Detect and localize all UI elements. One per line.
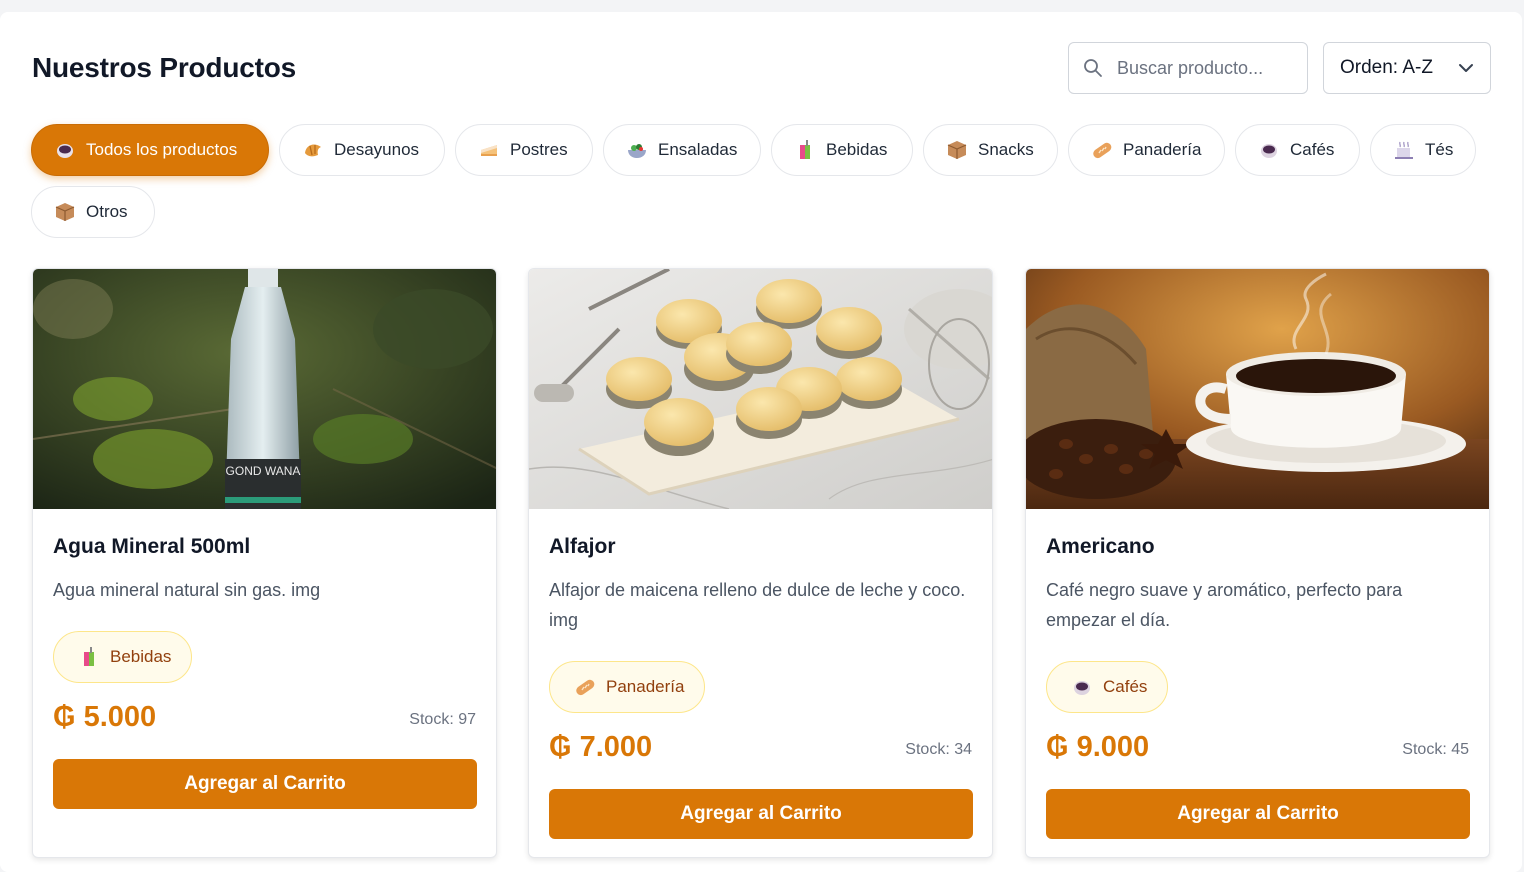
category-chip-label: Cafés: [1290, 140, 1335, 159]
category-chip-tes[interactable]: Tés: [1370, 124, 1476, 176]
salad-icon: [626, 139, 648, 161]
bottle-label: GOND WANA: [226, 464, 301, 478]
category-chip-label: Bebidas: [826, 140, 888, 159]
order-select[interactable]: Orden: A-Z: [1323, 42, 1491, 94]
coffee-cup-icon: [54, 139, 76, 161]
category-chip-snacks[interactable]: Snacks: [923, 124, 1058, 176]
category-chip-label: Todos los productos: [86, 140, 238, 159]
product-card: GOND WANA Agua Mineral 500ml Agua minera…: [32, 268, 497, 858]
category-chip-desayunos[interactable]: Desayunos: [279, 124, 445, 176]
product-card: Alfajor Alfajor de maicena relleno de du…: [528, 268, 993, 858]
product-image[interactable]: GOND WANA: [33, 269, 496, 509]
category-chip-label: Postres: [510, 140, 568, 159]
search-box[interactable]: [1068, 42, 1308, 94]
category-chip-bebidas[interactable]: Bebidas: [771, 124, 913, 176]
category-badge: Panadería: [549, 661, 706, 713]
category-badge: Bebidas: [53, 631, 193, 683]
coffee-cup-icon: [1258, 139, 1280, 161]
category-chip-panaderia[interactable]: Panadería: [1068, 124, 1225, 176]
product-stock: Stock: 45: [1402, 741, 1469, 758]
product-card: Americano Café negro suave y aromático, …: [1025, 268, 1490, 858]
category-chip-label: Tés: [1425, 140, 1454, 159]
category-chip-todos[interactable]: Todos los productos: [31, 124, 269, 176]
product-description: Agua mineral natural sin gas. img: [53, 580, 321, 600]
category-chip-label: Panadería: [1123, 140, 1202, 159]
bread-icon: [1091, 139, 1113, 161]
add-to-cart-button[interactable]: Agregar al Carrito: [549, 789, 973, 839]
products-panel: Nuestros Productos Orden: A-Z Todos los …: [0, 12, 1522, 872]
product-name: Alfajor: [549, 535, 616, 558]
product-price: ₲ 7.000: [549, 731, 653, 763]
category-chip-otros[interactable]: Otros: [31, 186, 155, 238]
juice-box-icon: [78, 646, 100, 668]
page-title: Nuestros Productos: [32, 52, 296, 83]
product-image[interactable]: [529, 269, 992, 509]
category-badge-label: Bebidas: [110, 647, 172, 666]
juice-box-icon: [794, 139, 816, 161]
category-badge: Cafés: [1046, 661, 1169, 713]
category-chip-ensaladas[interactable]: Ensaladas: [603, 124, 761, 176]
cake-icon: [478, 139, 500, 161]
search-input[interactable]: [1117, 57, 1297, 79]
chevron-down-icon: [1459, 64, 1473, 72]
category-chip-label: Snacks: [978, 140, 1034, 159]
category-chip-postres[interactable]: Postres: [455, 124, 593, 176]
product-image[interactable]: [1026, 269, 1489, 509]
product-name: Americano: [1046, 535, 1155, 558]
category-chip-label: Desayunos: [334, 140, 420, 159]
add-to-cart-button[interactable]: Agregar al Carrito: [53, 759, 477, 809]
croissant-icon: [302, 139, 324, 161]
package-icon: [946, 139, 968, 161]
product-description: Café negro suave y aromático, perfecto p…: [1046, 580, 1403, 630]
order-label: Orden: A-Z: [1340, 57, 1433, 78]
category-chip-label: Otros: [86, 202, 128, 221]
product-price: ₲ 5.000: [53, 701, 157, 733]
product-stock: Stock: 97: [409, 711, 476, 728]
category-chip-label: Ensaladas: [658, 140, 738, 159]
category-badge-label: Panadería: [606, 677, 685, 696]
hot-drink-icon: [1393, 139, 1415, 161]
product-description: Alfajor de maicena relleno de dulce de l…: [549, 580, 966, 630]
add-to-cart-button[interactable]: Agregar al Carrito: [1046, 789, 1470, 839]
category-badge-label: Cafés: [1103, 677, 1148, 696]
package-icon: [54, 201, 76, 223]
coffee-cup-icon: [1071, 676, 1093, 698]
product-price: ₲ 9.000: [1046, 731, 1150, 763]
search-icon: [1084, 59, 1102, 77]
bread-icon: [574, 676, 596, 698]
product-name: Agua Mineral 500ml: [53, 535, 251, 558]
product-stock: Stock: 34: [905, 741, 972, 758]
category-chip-cafes[interactable]: Cafés: [1235, 124, 1360, 176]
